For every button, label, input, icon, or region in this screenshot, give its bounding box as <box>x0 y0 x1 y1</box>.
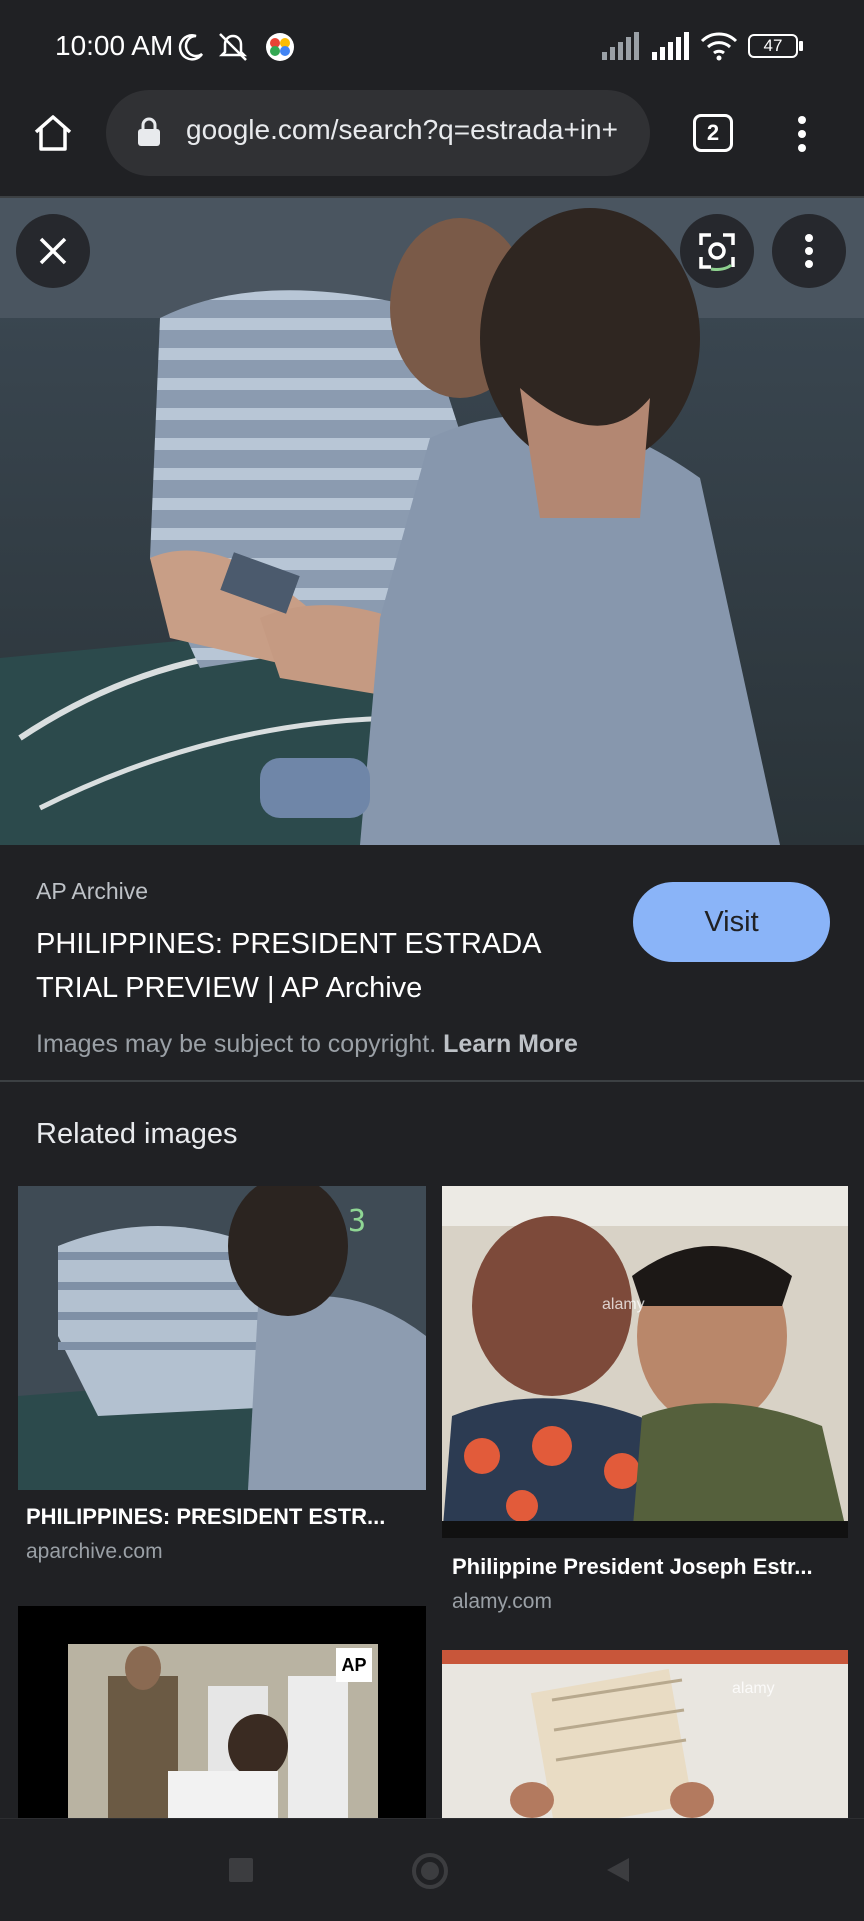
thumbnail-photo <box>442 1650 848 1818</box>
result-title[interactable]: PHILIPPINES: PRESIDENT ESTRADA TRIAL PRE… <box>36 922 596 1010</box>
lock-icon <box>138 117 160 146</box>
related-image-domain: aparchive.com <box>26 1540 163 1563</box>
thumbnail-photo <box>442 1186 848 1538</box>
copyright-text: Images may be subject to copyright. <box>36 1030 437 1058</box>
system-nav-bar <box>0 1818 864 1921</box>
source-name: AP Archive <box>36 878 149 904</box>
related-image-title[interactable]: Philippine President Joseph Estr... <box>452 1554 840 1580</box>
browser-toolbar: google.com/search?q=estrada+in+ 2 <box>0 90 864 198</box>
thumbnail-photo <box>18 1606 426 1818</box>
status-time: 10:00 AM <box>55 30 174 61</box>
related-image-title[interactable]: PHILIPPINES: PRESIDENT ESTR... <box>26 1504 418 1530</box>
tab-switcher-button[interactable]: 2 <box>693 114 733 152</box>
preview-photo <box>0 198 864 845</box>
related-image-card[interactable]: 3 PHILIPPINES: PRESIDENT ESTR... aparchi… <box>18 1186 426 1586</box>
signal-icon <box>652 32 689 60</box>
status-bar: 10:00 AM 47 <box>0 0 864 90</box>
lens-icon <box>699 233 735 271</box>
related-thumbnail[interactable]: 3 <box>18 1186 426 1490</box>
notifications-off-icon <box>218 33 248 61</box>
back-icon[interactable] <box>603 1855 633 1885</box>
copyright-notice: Images may be subject to copyright. Lear… <box>36 1030 578 1059</box>
recents-icon[interactable] <box>226 1855 256 1885</box>
signal-icon <box>602 32 639 60</box>
learn-more-link[interactable]: Learn More <box>443 1030 578 1058</box>
app-notification-icon <box>266 33 294 61</box>
more-options-icon <box>805 234 813 268</box>
google-lens-button[interactable] <box>680 214 754 288</box>
image-preview[interactable] <box>0 198 864 845</box>
related-thumbnail[interactable]: alamy <box>442 1186 848 1538</box>
wifi-icon <box>700 32 738 61</box>
related-thumbnail[interactable]: AP <box>18 1606 426 1818</box>
visit-button[interactable]: Visit <box>633 882 830 962</box>
moon-icon <box>178 34 204 61</box>
related-image-card[interactable]: AP <box>18 1606 426 1818</box>
close-icon <box>39 237 67 265</box>
home-nav-icon[interactable] <box>410 1851 450 1891</box>
related-image-card[interactable]: alamy Philippine President Joseph Estr..… <box>442 1186 848 1616</box>
battery-icon: 47 <box>748 34 798 58</box>
related-thumbnail[interactable]: alamy <box>442 1650 848 1818</box>
related-images-heading: Related images <box>36 1118 238 1150</box>
close-button[interactable] <box>16 214 90 288</box>
address-bar[interactable]: google.com/search?q=estrada+in+ <box>106 90 650 176</box>
battery-level: 47 <box>763 36 783 55</box>
section-divider <box>0 1080 864 1082</box>
related-image-card[interactable]: alamy <box>442 1650 848 1818</box>
watermark-overlay: alamy <box>732 1680 775 1697</box>
ap-logo-overlay: AP <box>336 1648 372 1682</box>
watermark-overlay: alamy <box>602 1296 645 1313</box>
thumbnail-overlay-text: 3 <box>348 1204 367 1239</box>
more-options-icon[interactable] <box>790 114 814 154</box>
image-options-button[interactable] <box>772 214 846 288</box>
result-info: AP Archive PHILIPPINES: PRESIDENT ESTRAD… <box>0 846 864 1080</box>
related-image-domain: alamy.com <box>452 1590 552 1613</box>
battery-tip <box>799 41 803 51</box>
url-text[interactable]: google.com/search?q=estrada+in+ <box>186 114 636 146</box>
home-icon[interactable] <box>32 112 74 154</box>
